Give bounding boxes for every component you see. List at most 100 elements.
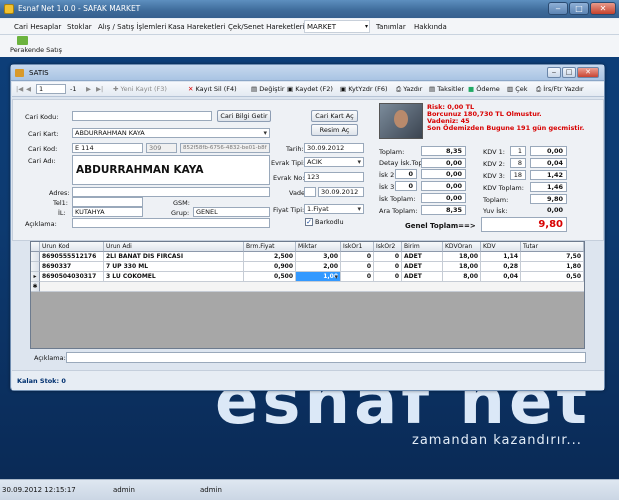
tel-input[interactable] xyxy=(72,197,143,207)
evrak-no-input[interactable]: 123 xyxy=(304,172,364,182)
satis-title: SATIS xyxy=(29,69,49,77)
cell-tutar[interactable]: 1,80 xyxy=(521,262,584,272)
cell-iskor2[interactable]: 0 xyxy=(374,262,402,272)
cell-kdv[interactable]: 0,28 xyxy=(481,262,521,272)
col-header-tutar[interactable]: Tutar xyxy=(521,242,584,252)
grup-value[interactable]: GENEL xyxy=(193,207,270,217)
vade-date-input[interactable]: 30.09.2012 xyxy=(318,187,364,197)
cell-miktar-selected[interactable]: 1,00 xyxy=(296,272,341,282)
cell-iskor1[interactable]: 0 xyxy=(341,262,374,272)
new-row-indicator[interactable]: ✱ xyxy=(31,282,40,292)
cell-birim[interactable]: ADET xyxy=(402,272,443,282)
next-record-icon[interactable]: ▶ xyxy=(86,82,91,97)
sales-grid[interactable]: Urun Kod Urun Adi Brm.Fiyat Miktar IskOr… xyxy=(30,241,585,349)
tarih-input[interactable]: 30.09.2012 xyxy=(304,143,364,153)
taksitler-button[interactable]: ▤ Taksitler xyxy=(429,82,464,97)
cell-miktar[interactable]: 3,00 xyxy=(296,252,341,262)
cell-birim[interactable]: ADET xyxy=(402,252,443,262)
menu-tanimlar[interactable]: Tanımlar xyxy=(376,19,406,35)
prev-record-icon[interactable]: ◀ xyxy=(26,82,31,97)
col-header-kdv[interactable]: KDV xyxy=(481,242,521,252)
col-header-urun-adi[interactable]: Urun Adi xyxy=(104,242,244,252)
menu-stoklar[interactable]: Stoklar xyxy=(67,19,92,35)
aciklama-bottom-input[interactable] xyxy=(66,352,586,363)
cell-urun-adi[interactable]: 7 UP 330 ML xyxy=(104,262,244,272)
cell-urun-kod[interactable]: 8690555512176 xyxy=(40,252,104,262)
col-header-iskor2[interactable]: IskOr2 xyxy=(374,242,402,252)
cell-urun-kod[interactable]: 8690504030317 xyxy=(40,272,104,282)
cell-iskor2[interactable]: 0 xyxy=(374,272,402,282)
adres-input[interactable] xyxy=(72,187,270,197)
menu-hakkinda[interactable]: Hakkında xyxy=(414,19,447,35)
cari-bilgi-getir-button[interactable]: Cari Bilgi Getir xyxy=(217,110,271,122)
close-button[interactable]: ✕ xyxy=(590,2,616,15)
yazdir-button[interactable]: ⎙ Yazdır xyxy=(396,82,422,97)
cari-kod-value[interactable]: E 114 xyxy=(72,143,143,153)
cek-button[interactable]: ▥ Çek xyxy=(507,82,528,97)
cell-brm-fiyat[interactable]: 2,500 xyxy=(244,252,296,262)
col-header-brm-fiyat[interactable]: Brm.Fiyat xyxy=(244,242,296,252)
cell-tutar[interactable]: 0,50 xyxy=(521,272,584,282)
satis-maximize-button[interactable]: □ xyxy=(562,67,576,78)
last-record-icon[interactable]: ▶| xyxy=(96,82,103,97)
perakende-satis-button[interactable]: Perakende Satış xyxy=(10,35,62,57)
col-header-birim[interactable]: Birim xyxy=(402,242,443,252)
cell-brm-fiyat[interactable]: 0,500 xyxy=(244,272,296,282)
cell-iskor1[interactable]: 0 xyxy=(341,272,374,282)
col-header-miktar[interactable]: Miktar xyxy=(296,242,341,252)
col-header-urun-kod[interactable]: Urun Kod xyxy=(40,242,104,252)
cell-kdvoran[interactable]: 8,00 xyxy=(443,272,481,282)
row-header[interactable] xyxy=(31,262,40,272)
cell-miktar[interactable]: 2,00 xyxy=(296,262,341,272)
isk3-pct-input[interactable]: 0 xyxy=(395,181,417,191)
menu-kasa[interactable]: Kasa Hareketleri xyxy=(168,19,225,35)
resim-ac-button[interactable]: Resim Aç xyxy=(311,124,358,136)
kytyzdr-button[interactable]: ▣ KytYzdr (F6) xyxy=(340,82,388,97)
cell-urun-kod[interactable]: 8690337 xyxy=(40,262,104,272)
maximize-button[interactable]: □ xyxy=(569,2,589,15)
cell-iskor2[interactable]: 0 xyxy=(374,252,402,262)
cell-iskor1[interactable]: 0 xyxy=(341,252,374,262)
cell-kdv[interactable]: 1,14 xyxy=(481,252,521,262)
degistir-button[interactable]: ▤ Değiştir xyxy=(251,82,285,97)
record-position-input[interactable]: 1 xyxy=(36,84,66,94)
il-value[interactable]: KUTAHYA xyxy=(72,207,143,217)
col-header-iskor1[interactable]: IskOr1 xyxy=(341,242,374,252)
odeme-button[interactable]: ■ Ödeme xyxy=(468,82,500,97)
cell-kdv[interactable]: 0,04 xyxy=(481,272,521,282)
vade-days-input[interactable] xyxy=(304,187,316,197)
irs-ftr-yazdir-button[interactable]: ⎙ İrs/Ftr Yazdır xyxy=(536,82,584,97)
cell-kdvoran[interactable]: 18,00 xyxy=(443,252,481,262)
cell-urun-adi[interactable]: 2LI BANAT DIS FIRCASI xyxy=(104,252,244,262)
isk2-pct-input[interactable]: 0 xyxy=(395,169,417,179)
cell-birim[interactable]: ADET xyxy=(402,262,443,272)
new-row[interactable] xyxy=(40,282,584,292)
col-header-kdvoran[interactable]: KDVOran xyxy=(443,242,481,252)
cell-tutar[interactable]: 7,50 xyxy=(521,252,584,262)
menu-cek-senet[interactable]: Çek/Senet Hareketleri xyxy=(228,19,305,35)
aciklama-input[interactable] xyxy=(72,218,270,228)
kayit-sil-button[interactable]: ✕ Kayıt Sil (F4) xyxy=(188,82,237,97)
minimize-button[interactable]: ‒ xyxy=(548,2,568,15)
satis-minimize-button[interactable]: ‒ xyxy=(547,67,561,78)
row-header[interactable] xyxy=(31,252,40,262)
yeni-kayit-button[interactable]: ✚ Yeni Kayıt (F3) xyxy=(113,82,167,97)
barkodlu-checkbox[interactable]: ✓ xyxy=(305,218,313,226)
cell-urun-adi[interactable]: 3 LU COKOMEL xyxy=(104,272,244,282)
first-record-icon[interactable]: |◀ xyxy=(16,82,23,97)
cell-kdvoran[interactable]: 18,00 xyxy=(443,262,481,272)
menu-cari-hesaplar[interactable]: Cari Hesaplar xyxy=(14,19,61,35)
cell-brm-fiyat[interactable]: 0,900 xyxy=(244,262,296,272)
fiyat-tipi-select[interactable]: 1.Fiyat xyxy=(304,204,364,214)
menu-alis-satis[interactable]: Alış / Satış İşlemleri xyxy=(98,19,166,35)
current-row-indicator[interactable]: ▸ xyxy=(31,272,40,282)
chevron-down-icon[interactable]: ▾ xyxy=(365,19,368,35)
satis-close-button[interactable]: ✕ xyxy=(577,67,599,78)
cari-kart-ac-button[interactable]: Cari Kart Aç xyxy=(311,110,358,122)
cari-kart-select[interactable]: ABDURRAHMAN KAYA xyxy=(72,128,270,138)
evrak-tipi-select[interactable]: ACIK xyxy=(304,157,364,167)
cari-kodu-input[interactable] xyxy=(72,111,212,121)
kaydet-button[interactable]: ▣ Kaydet (F2) xyxy=(287,82,333,97)
menu-market-select[interactable]: MARKET xyxy=(304,20,370,33)
cari-adi-value[interactable]: ABDURRAHMAN KAYA xyxy=(72,155,270,185)
